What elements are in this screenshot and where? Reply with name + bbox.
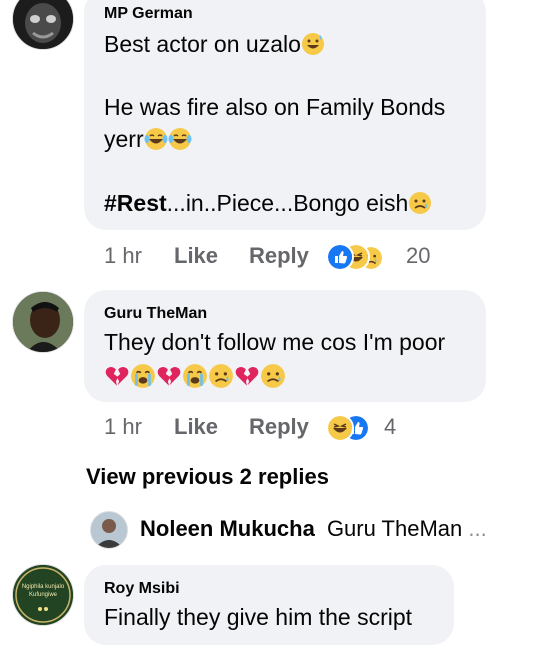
reply-preview-ellipsis: ...: [468, 516, 487, 541]
comment-text: #Rest...in..Piece...Bongo eish: [104, 188, 432, 218]
reply-preview-author: Noleen Mukucha: [140, 516, 315, 541]
like-reaction-icon: [326, 243, 354, 271]
comment-author[interactable]: Roy Msibi: [104, 580, 180, 598]
comment-time[interactable]: 1 hr: [104, 243, 142, 269]
broken-heart-emoji: [235, 367, 259, 386]
haha-reaction-icon: [326, 414, 354, 442]
reply-preview[interactable]: Noleen Mukucha Guru TheMan ...: [140, 516, 487, 542]
crying-emoji: [183, 364, 207, 388]
sad-relieved-emoji: [409, 192, 432, 214]
reactions-summary[interactable]: 4: [326, 414, 406, 444]
avatar-roy-msibi[interactable]: Ngiphila kunjalo Kufungiwe: [12, 564, 74, 626]
comment-text: They don't follow me cos I'm poor: [104, 329, 446, 355]
hashtag-link[interactable]: #Rest: [104, 190, 167, 216]
broken-heart-emoji: [105, 367, 129, 386]
comment-author[interactable]: Guru TheMan: [104, 305, 207, 323]
reaction-count: 4: [384, 414, 397, 439]
reply-button[interactable]: Reply: [249, 243, 309, 269]
grinning-sweat-emoji: [301, 33, 324, 55]
sad-relieved-emoji: [261, 364, 285, 388]
avatar-noleen-mukucha[interactable]: [90, 511, 128, 549]
tears-of-joy-emoji: [144, 128, 168, 150]
reply-button[interactable]: Reply: [249, 414, 309, 440]
comment-text: He was fire also on Family Bonds: [104, 94, 446, 120]
comment-text: yerr: [104, 124, 192, 154]
reply-preview-snippet: Guru TheMan: [326, 516, 463, 541]
sad-relieved-emoji: [209, 364, 233, 388]
broken-heart-emoji: [157, 367, 181, 386]
reactions-summary[interactable]: 20: [326, 243, 436, 273]
tears-of-joy-emoji: [168, 128, 192, 150]
comment-text: Best actor on uzalo: [104, 29, 325, 59]
like-button[interactable]: Like: [174, 414, 218, 440]
comment-author[interactable]: MP German: [104, 5, 193, 23]
view-previous-replies-link[interactable]: View previous 2 replies: [86, 464, 329, 490]
like-button[interactable]: Like: [174, 243, 218, 269]
emoji-row: [104, 363, 286, 391]
avatar-mp-german[interactable]: [12, 0, 74, 50]
crying-emoji: [131, 364, 155, 388]
avatar-text: Ngiphila kunjalo Kufungiwe: [21, 584, 65, 598]
reaction-count: 20: [406, 243, 431, 268]
avatar-guru-theman[interactable]: [12, 291, 74, 353]
comment-time[interactable]: 1 hr: [104, 414, 142, 440]
comment-text: Finally they give him the script: [104, 604, 413, 630]
